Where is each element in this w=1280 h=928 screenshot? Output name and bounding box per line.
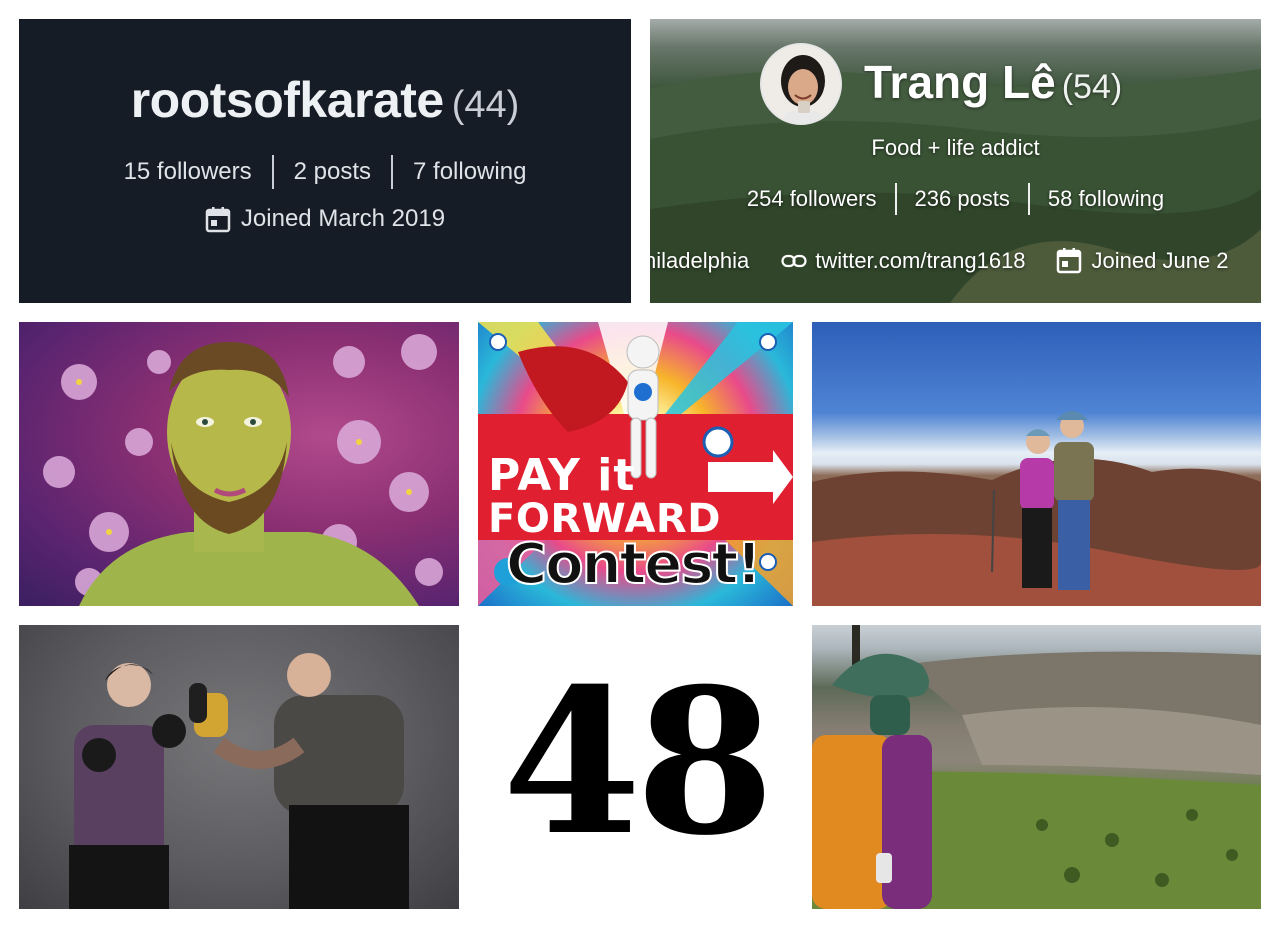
crater-hike-photo	[812, 625, 1261, 909]
link-icon	[781, 254, 807, 267]
post-number-tile: 48	[478, 625, 793, 909]
profile-bio: Food + life addict	[871, 135, 1040, 160]
summit-photo	[812, 322, 1261, 606]
calendar-icon	[1056, 248, 1081, 274]
hikers-on-summit	[812, 411, 1261, 606]
banner-title-line3: Contest!	[505, 531, 763, 598]
following-count[interactable]: 58 following	[1048, 186, 1164, 212]
stats-divider	[271, 155, 274, 189]
pay-it-forward-contest-banner: PAY it FORWARD Contest!	[478, 322, 793, 606]
profile-stats: 254 followers 236 posts 58 following	[650, 183, 1261, 215]
profile-stats: 15 followers 2 posts 7 following	[19, 155, 631, 189]
followers-count[interactable]: 254 followers	[747, 186, 877, 212]
joined-label: Joined March 2019	[240, 205, 446, 232]
calendar-icon	[205, 206, 231, 232]
profile-website-link[interactable]: twitter.com/trang1618	[815, 248, 1025, 274]
reputation-score: (44)	[451, 84, 520, 126]
posts-count[interactable]: 2 posts	[294, 158, 371, 186]
profile-header: Trang Lê (54)	[864, 55, 1122, 109]
profile-meta: hiladelphia twitter.com/trang1618 Joined…	[650, 247, 1229, 274]
profile-header: rootsofkarate (44)	[19, 71, 631, 129]
post-number: 48	[502, 645, 774, 880]
stats-divider	[1027, 183, 1030, 215]
following-count[interactable]: 7 following	[413, 158, 526, 186]
portrait-painting	[43, 334, 443, 606]
portrait-painting-image	[19, 322, 459, 606]
posts-count[interactable]: 236 posts	[915, 186, 1010, 212]
followers-count[interactable]: 15 followers	[124, 158, 252, 186]
trang-profile-card: Trang Lê (54) Food + life addict 254 foll…	[650, 19, 1261, 303]
joined-label: Joined June 2	[1091, 247, 1229, 273]
boxing-pads-scene	[69, 653, 409, 909]
profile-location: hiladelphia	[650, 247, 750, 273]
crater-trail-scene	[812, 625, 1261, 909]
stats-divider	[391, 155, 394, 189]
reputation-score: (54)	[1061, 68, 1123, 106]
banner-title-line1: PAY it	[488, 450, 636, 501]
profile-name[interactable]: Trang Lê	[864, 56, 1056, 108]
stats-divider	[894, 183, 897, 215]
avatar[interactable]	[760, 43, 842, 125]
joined-date: Joined March 2019	[19, 205, 631, 233]
rootsofkarate-profile-card: rootsofkarate (44) 15 followers 2 posts 7…	[19, 19, 631, 303]
profile-username[interactable]: rootsofkarate	[131, 72, 445, 128]
boxing-training-photo	[19, 625, 459, 909]
